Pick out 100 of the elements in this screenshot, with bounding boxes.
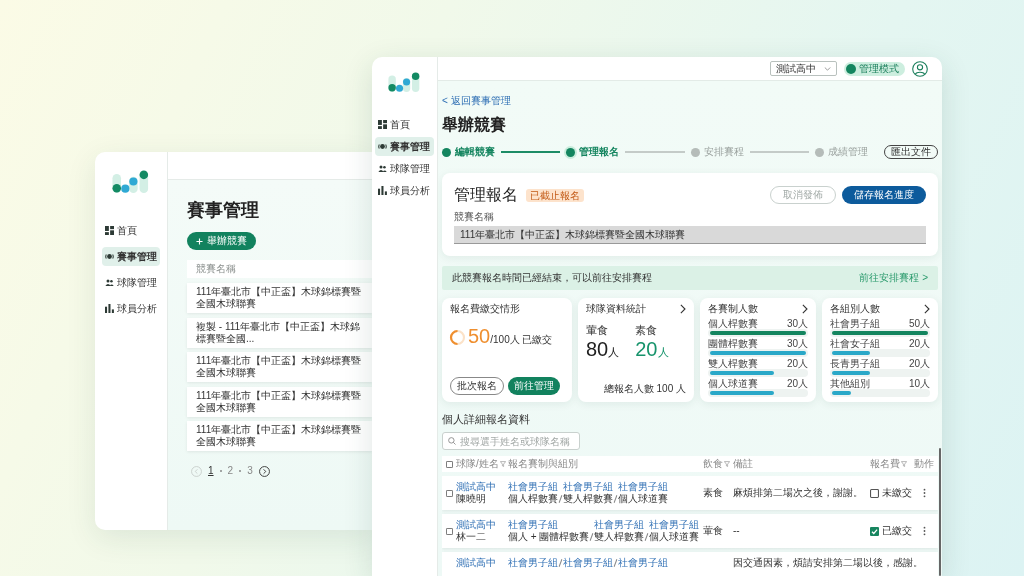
more-icon[interactable]: [922, 488, 926, 498]
chevron-right-icon[interactable]: [924, 304, 930, 314]
group-link[interactable]: 社會男子組: [594, 519, 645, 531]
mode-toggle[interactable]: 管理模式: [844, 61, 905, 76]
bar-label: 個人桿數賽: [708, 318, 758, 329]
toggle-knob-icon: [846, 63, 856, 74]
competition-row[interactable]: 複製 - 111年臺北市【中正盃】木球錦標賽暨全國...: [187, 317, 372, 348]
step-connector: [501, 151, 561, 153]
competition-row[interactable]: 111年臺北市【中正盃】木球錦標賽暨全國木球聯賽: [187, 283, 372, 313]
team-icon: [105, 278, 114, 287]
status-badge: 已截止報名: [526, 188, 584, 202]
user-icon[interactable]: [912, 60, 928, 77]
checkbox[interactable]: [870, 526, 879, 536]
step-connector: [625, 151, 685, 153]
more-icon[interactable]: [922, 526, 926, 536]
step-label: 管理報名: [579, 146, 620, 158]
chevron-right-icon[interactable]: [802, 304, 808, 314]
bar-value: 30人: [786, 338, 808, 349]
page-link[interactable]: 1: [208, 465, 214, 477]
card-title: 各賽制人數: [708, 303, 758, 315]
sidebar-item[interactable]: 賽事管理: [375, 137, 434, 156]
add-button[interactable]: 舉辦競賽: [187, 232, 256, 250]
bar-label: 團體桿數賽: [708, 338, 758, 349]
sidebar-item[interactable]: 賽事管理: [102, 247, 160, 266]
group-link[interactable]: 社會男子組: [508, 481, 558, 493]
step-label: 安排賽程: [703, 146, 744, 158]
group-link[interactable]: 社會男子組: [563, 481, 613, 493]
team-link[interactable]: 測試高中: [456, 557, 506, 569]
notice-text: 此競賽報名時間已經結束，可以前往安排賽程: [452, 272, 652, 284]
card-title: 管理報名: [454, 185, 518, 205]
bar-chart-icon: [105, 304, 114, 313]
primary-button[interactable]: 儲存報名進度: [842, 186, 926, 204]
stat-value: 80人: [586, 337, 620, 362]
team-link[interactable]: 測試高中: [456, 519, 506, 531]
sidebar-item[interactable]: 球隊管理: [375, 159, 434, 178]
sidebar-item[interactable]: 首頁: [102, 221, 160, 240]
column-header: 動作: [914, 458, 934, 470]
chevron-right-icon[interactable]: [258, 465, 270, 477]
section-title: 個人詳細報名資料: [442, 412, 531, 426]
logo-icon: [112, 170, 150, 193]
checkbox[interactable]: [870, 488, 879, 498]
bar-value: 20人: [908, 358, 930, 369]
ball-icon: [378, 142, 387, 151]
school-dropdown[interactable]: 測試高中: [770, 61, 837, 76]
table-cell-text: 葷食: [703, 525, 724, 537]
competition-row[interactable]: 111年臺北市【中正盃】木球錦標賽暨全國木球聯賽: [187, 421, 372, 451]
ball-icon: [105, 252, 114, 261]
scrollbar-thumb[interactable]: [939, 448, 941, 576]
team-link[interactable]: 測試高中: [456, 481, 506, 493]
bar-chart-icon: [378, 186, 387, 195]
checkbox[interactable]: [446, 527, 453, 535]
step-label: 編輯競賽: [455, 146, 495, 158]
sidebar-item[interactable]: 球隊管理: [102, 273, 160, 292]
search-icon: [448, 437, 456, 445]
stat-label: 葷食: [586, 323, 609, 337]
checkbox[interactable]: [446, 489, 453, 497]
sidebar-item[interactable]: 球員分析: [375, 181, 434, 200]
sidebar-item[interactable]: 球員分析: [102, 299, 160, 318]
plus-icon: [196, 237, 203, 245]
competition-row[interactable]: 111年臺北市【中正盃】木球錦標賽暨全國木球聯賽: [187, 386, 372, 417]
group-link[interactable]: 社會男子組: [563, 557, 613, 569]
group-link[interactable]: 社會男子組: [508, 557, 558, 569]
event-name: 雙人桿數賽: [563, 493, 613, 505]
event-name: 個人球道賽: [649, 531, 700, 543]
bar-value: 30人: [786, 318, 808, 329]
logo-icon: [388, 72, 421, 92]
secondary-button[interactable]: 批次報名: [450, 377, 504, 395]
back-link[interactable]: < 返回賽事管理: [442, 95, 511, 107]
group-link[interactable]: 社會男子組: [649, 519, 700, 531]
bar-value: 20人: [786, 358, 808, 369]
group-link[interactable]: 社會男子組: [618, 557, 668, 569]
bar-value: 20人: [908, 338, 930, 349]
page-link[interactable]: 3: [247, 465, 253, 477]
group-link[interactable]: 社會男子組: [618, 481, 668, 493]
fee-status: 已繳交: [882, 525, 912, 537]
field-label: 競賽名稱: [454, 211, 495, 223]
card-title: 球隊資料統計: [586, 303, 646, 315]
checkbox[interactable]: [446, 460, 453, 468]
bar-label: 個人球道賽: [708, 378, 758, 389]
group-link[interactable]: 社會男子組: [508, 519, 590, 531]
step-connector: [749, 151, 809, 153]
stat-value: 20人: [635, 337, 669, 362]
page-title: 舉辦競賽: [442, 115, 507, 135]
column-header: 飲食: [703, 458, 723, 470]
sidebar-item[interactable]: 首頁: [375, 115, 434, 134]
dashboard-icon: [378, 120, 387, 129]
search-field[interactable]: 搜尋選手姓名或球隊名稱: [442, 432, 580, 450]
chevron-down-icon: [824, 66, 831, 71]
chevron-right-icon[interactable]: [680, 304, 686, 314]
card-title: 各組別人數: [830, 303, 880, 315]
page-link[interactable]: 2: [227, 465, 234, 477]
event-name: 個人 + 團體桿數賽: [508, 531, 590, 543]
notice-link[interactable]: 前往安排賽程 >: [859, 272, 928, 284]
team-icon: [378, 164, 387, 173]
event-name: 個人桿數賽: [508, 493, 558, 505]
primary-button[interactable]: 前往管理: [508, 377, 560, 395]
competition-row[interactable]: 111年臺北市【中正盃】木球錦標賽暨全國木球聯賽: [187, 352, 372, 382]
step-label: 成績管理: [828, 146, 868, 158]
column-header: 備註: [733, 458, 753, 470]
fee-status: 未繳交: [882, 487, 912, 499]
